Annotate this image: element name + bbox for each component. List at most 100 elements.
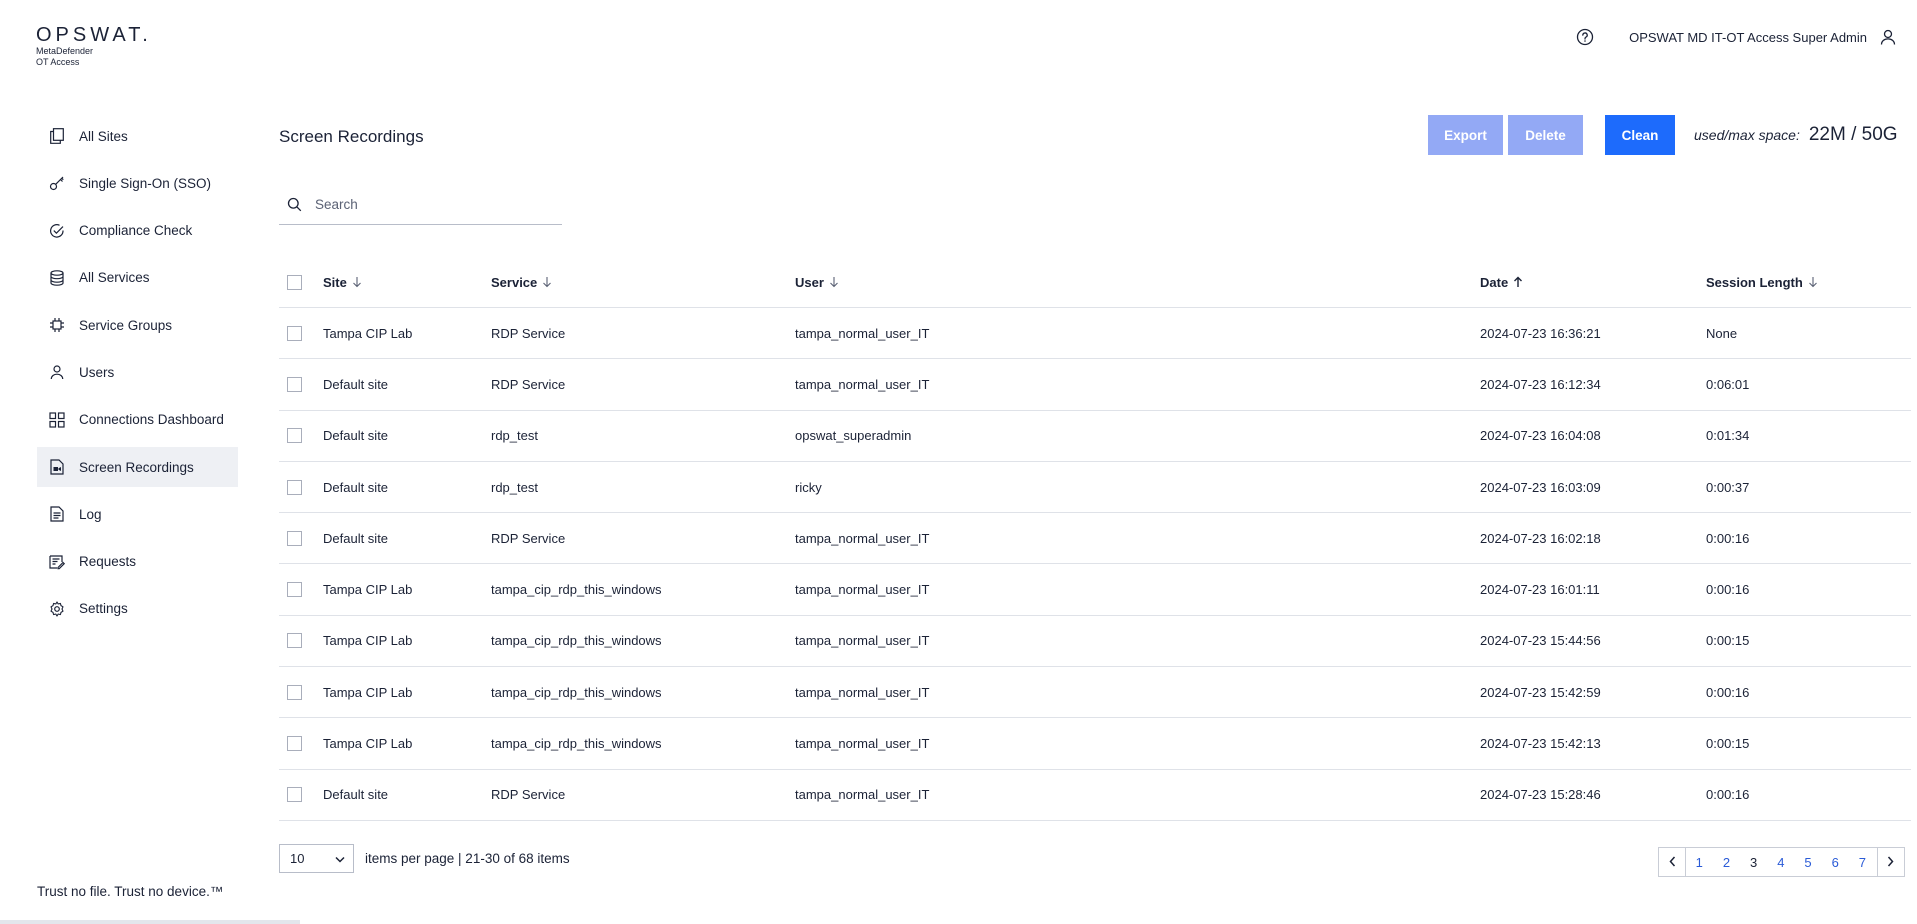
sidebar-item-sso[interactable]: Single Sign-On (SSO) [37,163,238,203]
sidebar-item-label: Screen Recordings [79,459,194,475]
row-checkbox-cell [279,530,323,546]
pagination-summary: 10 items per page | 21-30 of 68 items [279,844,570,873]
sidebar-item-service-groups[interactable]: Service Groups [37,305,238,345]
sidebar-item-settings[interactable]: Settings [37,589,238,629]
table-row[interactable]: Tampa CIP Lab tampa_cip_rdp_this_windows t… [279,616,1911,668]
column-header-user[interactable]: User [795,275,1480,290]
previous-page-button[interactable] [1659,848,1687,876]
row-checkbox[interactable] [287,325,302,341]
date-cell: 2024-07-23 16:04:08 [1480,428,1601,444]
table-row[interactable]: Tampa CIP Lab RDP Service tampa_normal_use… [279,308,1911,360]
page-7-button[interactable]: 7 [1849,848,1876,876]
table-row[interactable]: Default site rdp_test ricky 2024-07-23 16:0… [279,462,1911,514]
table-row[interactable]: Default site RDP Service tampa_normal_user… [279,359,1911,411]
sidebar-item-connections-dashboard[interactable]: Connections Dashboard [37,400,238,440]
user-icon[interactable] [1877,26,1899,48]
date-cell: 2024-07-23 16:36:21 [1480,325,1601,341]
user-name[interactable]: OPSWAT MD IT-OT Access Super Admin [1629,30,1867,45]
sidebar-item-screen-recordings[interactable]: Screen Recordings [37,447,238,488]
pagination-text: items per page | 21-30 of 68 items [365,851,570,866]
sidebar: All Sites Single Sign-On (SSO) Complianc… [37,116,238,636]
space-value: 22M / 50G [1808,124,1898,145]
sidebar-item-compliance-check[interactable]: Compliance Check [37,211,238,251]
page-2-button[interactable]: 2 [1713,848,1740,876]
row-checkbox-cell [279,736,323,752]
table-row[interactable]: Default site RDP Service tampa_normal_user… [279,513,1911,565]
column-header-session-length[interactable]: Session Length [1706,275,1906,290]
recording-icon [49,459,65,475]
date-cell: 2024-07-23 15:42:13 [1480,736,1601,752]
column-header-label: Service [491,274,538,290]
page-1-button[interactable]: 1 [1686,848,1713,876]
next-page-button[interactable] [1876,848,1904,876]
gear-icon [49,601,65,617]
session-length-cell: 0:00:16 [1706,787,1750,803]
export-button[interactable]: Export [1428,115,1503,155]
per-page-value: 10 [290,851,305,866]
table-row[interactable]: Tampa CIP Lab tampa_cip_rdp_this_windows t… [279,667,1911,719]
sidebar-item-requests[interactable]: Requests [37,542,238,582]
page-3-button[interactable]: 3 [1741,848,1768,876]
user-cell: tampa_normal_user_IT [795,633,930,649]
sidebar-item-label: Connections Dashboard [79,412,224,428]
page-5-button[interactable]: 5 [1795,848,1822,876]
sidebar-item-label: Log [79,506,102,522]
row-checkbox[interactable] [287,428,302,444]
table-row[interactable]: Default site rdp_test opswat_superadmin 202… [279,411,1911,462]
database-icon [49,270,65,286]
site-cell: Default site [323,787,389,803]
delete-button[interactable]: Delete [1508,115,1583,155]
row-checkbox[interactable] [287,479,302,495]
row-checkbox[interactable] [287,787,302,803]
stack-icon [49,317,65,333]
select-all-checkbox[interactable] [287,274,302,290]
user-cell: tampa_normal_user_IT [795,787,930,803]
date-cell: 2024-07-23 15:44:56 [1480,633,1601,649]
sidebar-item-all-sites[interactable]: All Sites [37,116,238,156]
header-checkbox-cell [279,274,323,290]
table-row[interactable]: Tampa CIP Lab tampa_cip_rdp_this_windows t… [279,718,1911,770]
user-icon [49,364,65,380]
user-cell: tampa_normal_user_IT [795,736,930,752]
page-4-button[interactable]: 4 [1768,848,1795,876]
user-cell: tampa_normal_user_IT [795,325,930,341]
row-checkbox[interactable] [287,530,302,546]
row-checkbox[interactable] [287,633,302,649]
sidebar-item-label: Users [79,364,115,380]
row-checkbox[interactable] [287,582,302,598]
search-input[interactable] [315,197,545,212]
site-cell: Tampa CIP Lab [323,633,413,649]
row-checkbox[interactable] [287,376,302,392]
horizontal-scrollbar[interactable] [0,920,300,924]
sort-down-icon [1808,276,1818,288]
chevron-right-icon [1887,855,1894,870]
per-page-select[interactable]: 10 [279,844,354,873]
clean-button[interactable]: Clean [1605,115,1675,155]
sidebar-item-all-services[interactable]: All Services [37,258,238,298]
page-6-button[interactable]: 6 [1822,848,1849,876]
service-cell: RDP Service [491,376,566,392]
site-cell: Tampa CIP Lab [323,582,413,598]
session-length-cell: 0:06:01 [1706,376,1750,392]
sidebar-item-log[interactable]: Log [37,494,238,534]
column-header-date[interactable]: Date [1480,275,1706,290]
sidebar-item-label: Settings [79,601,128,617]
column-header-label: Site [323,274,347,290]
request-icon [49,554,65,570]
logo: OPSWAT. MetaDefender OT Access [36,24,152,68]
date-cell: 2024-07-23 16:03:09 [1480,479,1601,495]
row-checkbox[interactable] [287,684,302,700]
table-body: Tampa CIP Lab RDP Service tampa_normal_use… [279,308,1911,821]
date-cell: 2024-07-23 16:01:11 [1480,582,1600,598]
sidebar-item-label: Service Groups [79,317,173,333]
column-header-service[interactable]: Service [491,275,795,290]
row-checkbox[interactable] [287,736,302,752]
table-row[interactable]: Tampa CIP Lab tampa_cip_rdp_this_windows t… [279,564,1911,616]
help-icon[interactable] [1575,27,1595,47]
sidebar-item-users[interactable]: Users [37,352,238,392]
column-header-site[interactable]: Site [323,275,491,290]
column-header-label: Date [1480,274,1509,290]
table-row[interactable]: Default site RDP Service tampa_normal_user… [279,770,1911,821]
sort-down-icon [542,276,552,288]
session-length-cell: 0:00:16 [1706,530,1750,546]
